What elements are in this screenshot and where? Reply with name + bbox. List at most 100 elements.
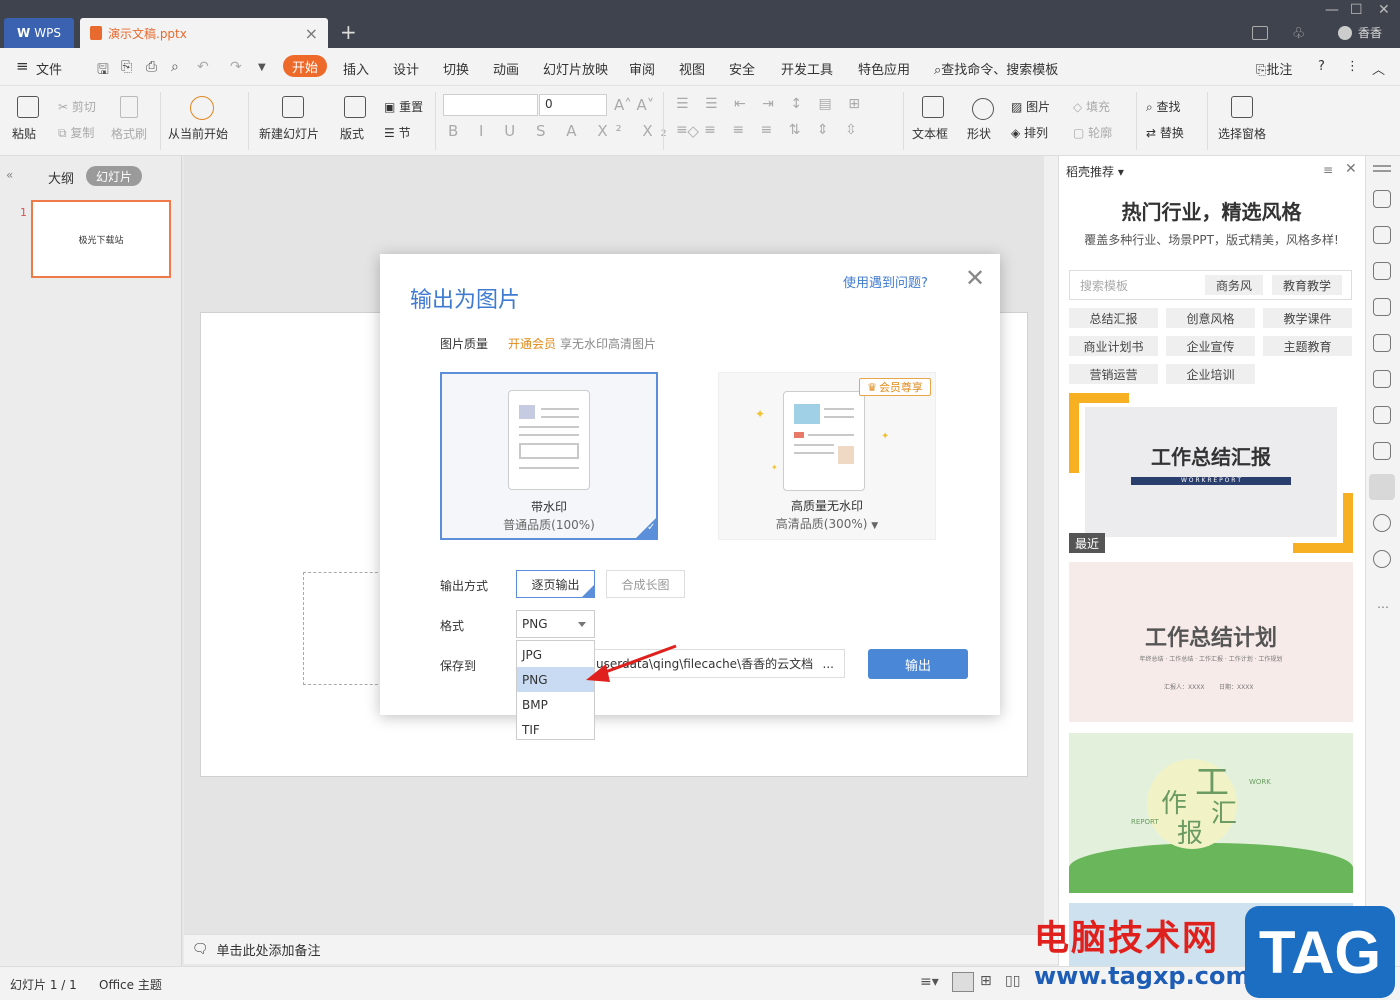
shape-style-icon[interactable] (1373, 262, 1391, 280)
tab-start[interactable]: 开始 (283, 55, 327, 77)
animation-icon[interactable] (1373, 190, 1391, 208)
notes-toggle-icon[interactable]: ≡▾ (920, 974, 939, 990)
font-size-select[interactable]: 0 (539, 94, 607, 116)
mode-per-page-button[interactable]: 逐页输出 (516, 570, 595, 598)
layout-button[interactable]: 版式 (340, 125, 364, 142)
hamburger-icon[interactable]: ≡ (16, 57, 29, 75)
category-chip[interactable]: 总结汇报 (1069, 308, 1158, 328)
tab-review[interactable]: 审阅 (629, 59, 655, 78)
redo-icon[interactable]: ↷ (230, 59, 242, 75)
picture-tool-icon[interactable] (1373, 370, 1391, 388)
copy-button[interactable]: ⧉ 复制 (58, 124, 94, 141)
tab-slideshow[interactable]: 幻灯片放映 (543, 59, 608, 78)
collapse-ribbon-icon[interactable]: ︿ (1372, 59, 1385, 78)
quality-option-hd[interactable]: ✦ ✦ ✦ 高质量无水印 高清品质(300%) ▼ (718, 372, 936, 540)
help-link[interactable]: 使用遇到问题? (843, 272, 928, 291)
format-option-bmp[interactable]: BMP (517, 692, 594, 717)
command-search[interactable]: ⌕查找命令、搜索模板 (934, 59, 1058, 78)
normal-view-icon[interactable] (952, 972, 974, 992)
font-name-select[interactable] (443, 94, 538, 116)
tab-design[interactable]: 设计 (393, 59, 419, 78)
undo-icon[interactable]: ↶ (197, 59, 209, 75)
cut-button[interactable]: ✂ 剪切 (58, 98, 96, 115)
template-card[interactable]: 工 作 汇 报 WORK REPORT (1069, 733, 1353, 893)
panel-header[interactable]: 稻壳推荐 ▾ (1066, 163, 1124, 180)
category-chip[interactable]: 企业宣传 (1166, 336, 1255, 356)
tab-animation[interactable]: 动画 (493, 59, 519, 78)
new-slide-button[interactable]: 新建幻灯片 (259, 125, 319, 142)
export-button[interactable]: 输出 (868, 649, 968, 679)
picture-button[interactable]: ▨ 图片 (1011, 98, 1050, 115)
template-panel-icon[interactable] (1369, 474, 1395, 500)
menu-file[interactable]: 文件 (36, 59, 62, 78)
skin-icon[interactable]: ♧ (1292, 24, 1305, 42)
vertical-scrollbar[interactable] (1044, 156, 1058, 934)
mode-long-image-button[interactable]: 合成长图 (606, 570, 685, 598)
object-icon[interactable] (1373, 226, 1391, 244)
collapse-pane-icon[interactable]: « (6, 168, 13, 182)
format-select[interactable]: PNG (516, 610, 595, 638)
quick-access-dropdown-icon[interactable]: ▼ (258, 62, 266, 73)
category-chip[interactable]: 企业培训 (1166, 364, 1255, 384)
more-icon[interactable]: ⋮ (1346, 59, 1359, 74)
wps-home-tab[interactable]: W WPS (4, 18, 74, 48)
outline-button[interactable]: ▢ 轮廓 (1073, 124, 1112, 141)
slide-thumbnail[interactable]: 极光下载站 (31, 200, 171, 278)
tab-transition[interactable]: 切换 (443, 59, 469, 78)
settings-icon[interactable] (1373, 334, 1391, 352)
fill-button[interactable]: ◇ 填充 (1073, 98, 1110, 115)
save-icon[interactable]: 🖫 (97, 59, 109, 83)
search-chip[interactable]: 商务风 (1205, 275, 1263, 295)
tab-view[interactable]: 视图 (679, 59, 705, 78)
help-circle-icon[interactable] (1373, 550, 1391, 568)
paste-button[interactable]: 粘贴 (12, 125, 36, 142)
maximize-icon[interactable]: ☐ (1350, 2, 1363, 18)
template-card[interactable]: 工作总结计划 年终总结 · 工作总结 · 工作汇报 · 工作计划 · 工作规划 … (1069, 562, 1353, 722)
tab-developer[interactable]: 开发工具 (781, 59, 833, 78)
help-icon[interactable]: ? (1318, 59, 1325, 74)
selection-pane-button[interactable]: 选择窗格 (1218, 125, 1266, 142)
tab-special[interactable]: 特色应用 (858, 59, 910, 78)
reset-button[interactable]: ▣ 重置 (384, 98, 423, 115)
format-option-tif[interactable]: TIF (517, 717, 594, 742)
print-preview-icon[interactable]: ⌕ (171, 59, 179, 75)
from-current-button[interactable]: 从当前开始 (168, 125, 228, 142)
more-icon[interactable]: ⋯ (1377, 600, 1389, 614)
quality-option-watermark[interactable]: 带水印 普通品质(100%) ✓ (440, 372, 658, 540)
tab-security[interactable]: 安全 (729, 59, 755, 78)
align-buttons[interactable]: ≡ ≡ ≡ ≡ ⇅ ⇕ ⇳ (676, 122, 863, 138)
vip-link[interactable]: 开通会员 (508, 335, 556, 352)
search-chip[interactable]: 教育教学 (1272, 275, 1342, 295)
category-chip[interactable]: 主题教育 (1263, 336, 1352, 356)
dialog-close-icon[interactable]: ✕ (965, 264, 985, 292)
category-chip[interactable]: 商业计划书 (1069, 336, 1158, 356)
document-tab[interactable]: 演示文稿.pptx × (80, 18, 328, 48)
template-card[interactable]: 工作总结汇报 W O R K R E P O R T 最近 (1069, 393, 1353, 553)
category-chip[interactable]: 创意风格 (1166, 308, 1255, 328)
collapse-icon[interactable] (1373, 165, 1391, 167)
shape-button[interactable]: 形状 (967, 125, 991, 142)
panel-menu-icon[interactable]: ≡ (1323, 163, 1333, 177)
font-grow-icon[interactable]: A˄ A˅ (614, 96, 654, 114)
history-icon[interactable] (1373, 514, 1391, 532)
font-style-buttons[interactable]: B I U S A X² X₂ ◇ (448, 122, 707, 140)
format-painter-button[interactable]: 格式刷 (111, 125, 147, 142)
panel-close-icon[interactable]: ✕ (1345, 161, 1357, 177)
sound-icon[interactable] (1373, 442, 1391, 460)
export-pdf-icon[interactable]: ⎘ (121, 59, 132, 75)
list-buttons[interactable]: ☰ ☰ ⇤ ⇥ ↕ ▤ ⊞ (676, 96, 866, 112)
option-subtitle-select[interactable]: 高清品质(300%) ▼ (719, 515, 935, 532)
close-window-icon[interactable]: ✕ (1378, 2, 1390, 18)
replace-button[interactable]: ⇄ 替换 (1146, 124, 1184, 141)
tab-outline[interactable]: 大纲 (48, 168, 74, 187)
minimize-icon[interactable]: — (1325, 2, 1339, 18)
reading-view-icon[interactable]: ▯▯ (1005, 973, 1020, 989)
text-placeholder[interactable] (303, 572, 383, 685)
layout-icon[interactable] (1252, 26, 1268, 40)
tab-slides[interactable]: 幻灯片 (86, 166, 142, 186)
section-button[interactable]: ☰ 节 (384, 124, 411, 141)
close-tab-icon[interactable]: × (305, 24, 318, 43)
arrange-button[interactable]: ◈ 排列 (1011, 124, 1048, 141)
find-button[interactable]: ⌕ 查找 (1146, 98, 1181, 115)
notes-area[interactable]: 🗨 单击此处添加备注 (184, 934, 1058, 964)
